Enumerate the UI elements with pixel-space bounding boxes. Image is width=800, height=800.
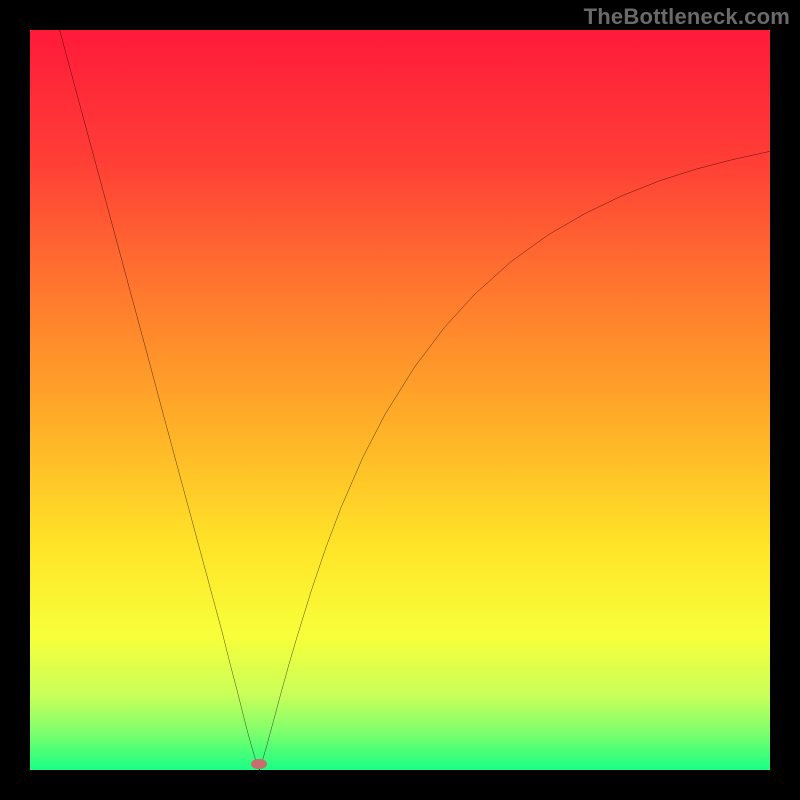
watermark-text: TheBottleneck.com: [584, 4, 790, 30]
bottleneck-marker: [251, 759, 267, 769]
chart-frame: TheBottleneck.com: [0, 0, 800, 800]
bottleneck-curve: [30, 30, 770, 770]
plot-area: [30, 30, 770, 770]
